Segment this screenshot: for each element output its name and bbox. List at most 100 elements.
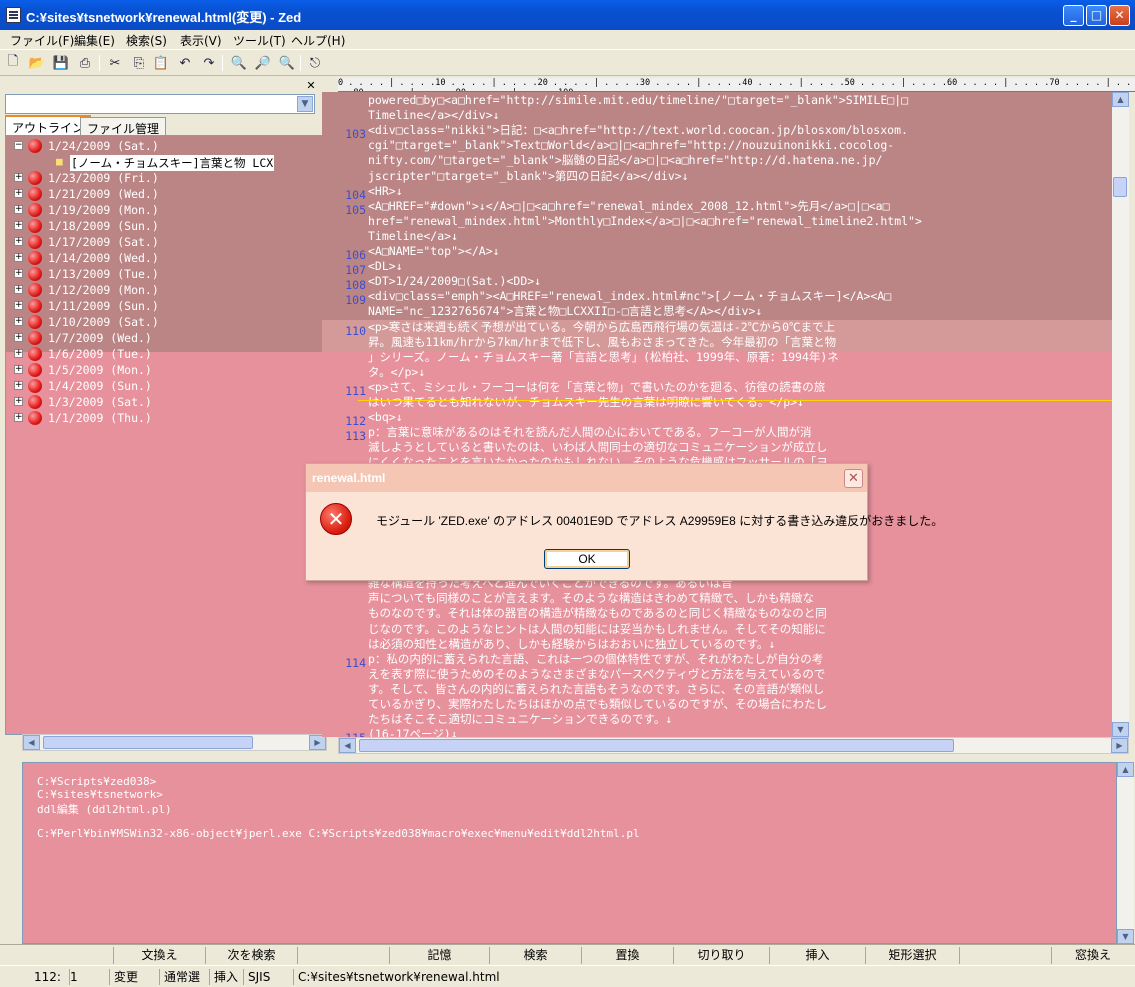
editor-line[interactable]: 106 <A□NAME="top"></A>↓ — [322, 244, 1112, 262]
editor-line[interactable]: 109 <div□class="emph"><A□HREF="renewal_in… — [322, 289, 1112, 307]
fkey-3[interactable]: 次を検索 — [206, 947, 298, 964]
editor-line[interactable]: powered□by□<a□href="http://simile.mit.ed… — [322, 93, 1112, 108]
ok-button[interactable]: OK — [544, 549, 630, 569]
minimize-button[interactable]: _ — [1063, 5, 1084, 26]
exit-icon[interactable]: ⎋ — [306, 54, 324, 72]
editor-line[interactable]: えを表す際に使うためのそのようなさまざまなパースペクティヴと方法を与えているので — [322, 667, 1112, 682]
editor-line[interactable]: NAME="nc_1232765674">言葉と物□LCXXII□-□言語と思考… — [322, 304, 1112, 319]
editor-line[interactable]: cgi"□target="_blank">Text□World</a>□|□<a… — [322, 138, 1112, 153]
scroll-up-icon[interactable]: ▲ — [1112, 92, 1129, 107]
print-icon[interactable]: ⎙ — [76, 54, 94, 72]
editor-line[interactable]: Timeline</a>↓ — [322, 229, 1112, 244]
editor-line[interactable]: す。そして、皆さんの内的に蓄えられた言語もそうなのです。さらに、その言語が類似し — [322, 682, 1112, 697]
text-editor[interactable]: powered□by□<a□href="http://simile.mit.ed… — [322, 92, 1112, 737]
expand-icon[interactable]: + — [14, 253, 23, 262]
close-button[interactable]: ✕ — [1109, 5, 1130, 26]
menu-tools[interactable]: ツール(T) — [233, 32, 286, 49]
scroll-right-icon[interactable]: ▶ — [1111, 738, 1128, 753]
editor-line[interactable]: 」シリーズ。ノーム・チョムスキー著「言語と思考」(松柏社、1999年、原著：19… — [322, 350, 1112, 365]
dialog-title-bar[interactable] — [306, 464, 867, 492]
scroll-up-icon[interactable]: ▲ — [1117, 762, 1134, 777]
expand-icon[interactable]: + — [14, 285, 23, 294]
menu-help[interactable]: ヘルプ(H) — [291, 32, 345, 49]
collapse-icon[interactable]: − — [14, 141, 23, 150]
editor-line[interactable]: 声についても同様のことが言えます。そのような構造はきわめて精緻で、しかも精緻な — [322, 591, 1112, 606]
scroll-left-icon[interactable]: ◀ — [23, 735, 40, 750]
scroll-down-icon[interactable]: ▼ — [1112, 722, 1129, 737]
editor-line[interactable]: 108 <DT>1/24/2009□(Sat.)<DD>↓ — [322, 274, 1112, 292]
chevron-down-icon[interactable]: ▼ — [297, 96, 313, 112]
editor-line[interactable]: じなのです。このようなヒントは人間の知能には妥当かもしれません。そしてその知能に — [322, 622, 1112, 637]
expand-icon[interactable]: + — [14, 397, 23, 406]
expand-icon[interactable]: + — [14, 173, 23, 182]
expand-icon[interactable]: + — [14, 205, 23, 214]
editor-line[interactable]: 111 <p>さて、ミシェル・フーコーは何を「言葉と物」で書いたのかを廻る、彷徨の… — [322, 380, 1112, 398]
expand-icon[interactable]: + — [14, 221, 23, 230]
editor-line[interactable]: 103 <div□class="nikki">日記：□<a□href="http:… — [322, 123, 1112, 141]
editor-line[interactable]: はいつ果てるとも知れないが、チョムスキー先生の言葉は明瞭に響いてくる。</p>↓ — [322, 395, 1112, 410]
editor-line[interactable]: 104 <HR>↓ — [322, 184, 1112, 202]
paste-icon[interactable]: 📋 — [152, 54, 170, 72]
editor-line[interactable]: 滅しようとしていると書いたのは、いわば人間同士の適切なコミュニケーションが成立し — [322, 440, 1112, 455]
editor-line[interactable]: 114 p：私の内的に蓄えられた言語、これは一つの個体特性ですが、それがわたしが自… — [322, 652, 1112, 670]
fkey-1[interactable] — [22, 947, 114, 964]
expand-icon[interactable]: + — [14, 365, 23, 374]
fkey-6[interactable]: 検索 — [490, 947, 582, 964]
editor-line[interactable]: ているかぎり、実際わたしたちはほかの点でも類似しているのですが、その場合にわたし — [322, 697, 1112, 712]
output-console[interactable]: C:¥Scripts¥zed038> C:¥sites¥tsnetwork> ddl… — [22, 762, 1117, 944]
close-icon[interactable]: ✕ — [305, 80, 317, 92]
maximize-button[interactable]: □ — [1086, 5, 1107, 26]
horizontal-scrollbar[interactable]: ◀ ▶ — [338, 737, 1129, 754]
vertical-scrollbar[interactable]: ▲ ▼ — [1112, 92, 1129, 737]
tab-file-manager[interactable]: ファイル管理 — [80, 117, 167, 136]
editor-line[interactable]: nifty.com/"□target="_blank">脳髄の日記</a>□|□… — [322, 153, 1112, 168]
editor-line[interactable]: Timeline</a></div>↓ — [322, 108, 1112, 123]
editor-line[interactable]: 105 <A□HREF="#down">↓</A>□|□<a□href="rene… — [322, 199, 1112, 217]
editor-line[interactable]: jscripter"□target="_blank">第四の日記</a></di… — [322, 169, 1112, 184]
title-bar[interactable]: C:¥sites¥tsnetwork¥renewal.html(変更) - Ze… — [0, 0, 1135, 30]
tab-outline[interactable]: アウトライン — [5, 115, 92, 136]
editor-line[interactable]: 113 p：言葉に意味があるのはそれを読んだ人間の心においてである。フーコーが人間… — [322, 425, 1112, 443]
expand-icon[interactable]: + — [14, 237, 23, 246]
editor-line[interactable]: ものなのです。それは体の器官の構造が精緻なものであるのと同じく精緻なものなのと同 — [322, 606, 1112, 621]
editor-line[interactable]: href="renewal_mindex.html">Monthly□Index… — [322, 214, 1112, 229]
open-folder-icon[interactable]: 📂 — [28, 54, 46, 72]
fkey-4[interactable] — [298, 947, 390, 964]
app-icon[interactable] — [6, 7, 21, 23]
horizontal-scrollbar[interactable]: ◀ ▶ — [22, 734, 327, 751]
menu-edit[interactable]: 編集(E) — [74, 32, 115, 49]
editor-line[interactable]: 115(16-17ページ)↓ — [322, 727, 1112, 737]
scroll-thumb[interactable] — [1113, 177, 1127, 197]
cut-icon[interactable]: ✂ — [106, 54, 124, 72]
find-next-icon[interactable]: 🔎 — [254, 54, 272, 72]
fkey-9[interactable]: 挿入 — [770, 947, 866, 964]
editor-line[interactable]: タ。</p>↓ — [322, 365, 1112, 380]
close-icon[interactable]: ✕ — [844, 469, 863, 488]
menu-search[interactable]: 検索(S) — [126, 32, 167, 49]
new-file-icon[interactable]: 🗋 — [4, 54, 22, 72]
undo-icon[interactable]: ↶ — [176, 54, 194, 72]
editor-line[interactable]: 107 <DL>↓ — [322, 259, 1112, 277]
scroll-right-icon[interactable]: ▶ — [309, 735, 326, 750]
expand-icon[interactable]: + — [14, 333, 23, 342]
editor-line[interactable]: 112 <bq>↓ — [322, 410, 1112, 428]
scroll-down-icon[interactable]: ▼ — [1117, 929, 1134, 944]
copy-icon[interactable]: ⎘ — [130, 54, 148, 72]
fkey-2[interactable]: 文換え — [114, 947, 206, 964]
expand-icon[interactable]: + — [14, 301, 23, 310]
redo-icon[interactable]: ↷ — [200, 54, 218, 72]
vertical-scrollbar[interactable]: ▲ ▼ — [1117, 762, 1134, 944]
fkey-5[interactable]: 記憶 — [390, 947, 490, 964]
expand-icon[interactable]: + — [14, 317, 23, 326]
expand-icon[interactable]: + — [14, 381, 23, 390]
save-icon[interactable]: 💾 — [52, 54, 70, 72]
editor-line[interactable]: 昇。風速も11km/hrから7km/hrまで低下し、風もおさまってきた。今年最初… — [322, 335, 1112, 350]
editor-line[interactable]: は必須の知性と構造があり、しかも経験からはおおいに独立しているのです。↓ — [322, 637, 1112, 652]
editor-line[interactable]: たちはそこそこ適切にコミュニケーションできるのです。↓ — [322, 712, 1112, 727]
editor-line[interactable]: 110 <p>寒さは来週も続く予想が出ている。今朝から広島西飛行場の気温は-2℃か… — [322, 320, 1112, 338]
expand-icon[interactable]: + — [14, 413, 23, 422]
fkey-11[interactable] — [960, 947, 1052, 964]
expand-icon[interactable]: + — [14, 269, 23, 278]
scroll-thumb[interactable] — [43, 736, 253, 749]
fkey-8[interactable]: 切り取り — [674, 947, 770, 964]
